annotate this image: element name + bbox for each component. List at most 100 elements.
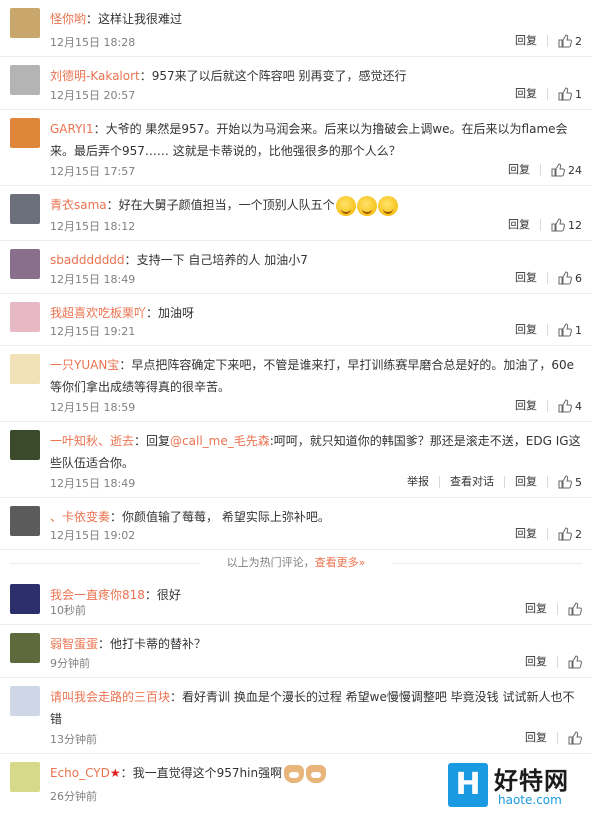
like-count: 1 (575, 87, 582, 101)
like-button[interactable]: 24 (541, 163, 582, 177)
emoji-icon (335, 195, 356, 216)
thumbs-up-icon (558, 271, 572, 285)
reply-button[interactable]: 回复 (505, 321, 547, 339)
comment-item: 、卡依变奏：你颜值输了莓莓， 希望实际上弥补吧。 12月15日 19:02 回复… (0, 498, 592, 550)
username[interactable]: 一只YUAN宝 (50, 358, 119, 372)
comment-time: 12月15日 18:28 (50, 36, 136, 49)
like-button[interactable]: 6 (548, 271, 582, 285)
like-button[interactable]: 5 (548, 475, 582, 489)
avatar[interactable] (10, 118, 40, 148)
username[interactable]: 青衣sama (50, 198, 107, 212)
avatar[interactable] (10, 633, 40, 663)
thumbs-up-icon (558, 475, 572, 489)
username[interactable]: 弱智蛋蛋 (50, 637, 98, 651)
like-count: 6 (575, 271, 582, 285)
like-button[interactable]: 1 (548, 323, 582, 337)
like-button[interactable]: 4 (548, 399, 582, 413)
avatar[interactable] (10, 194, 40, 224)
comment-time: 10秒前 (50, 604, 86, 617)
comment-time: 9分钟前 (50, 657, 90, 670)
comment-time: 12月15日 19:02 (50, 529, 136, 542)
emoji-icon (356, 195, 377, 216)
thumbs-up-icon (568, 731, 582, 745)
report-button[interactable]: 举报 (397, 473, 439, 491)
avatar[interactable] (10, 354, 40, 384)
comment-item: sbaddddddd：支持一下 自己培养的人 加油小7 12月15日 18:49… (0, 241, 592, 294)
avatar[interactable] (10, 302, 40, 332)
username[interactable]: 、卡依变奏 (50, 510, 110, 524)
see-more-link[interactable]: 查看更多» (315, 556, 366, 569)
reply-button[interactable]: 回复 (505, 269, 547, 287)
reply-prefix: 回复 (146, 434, 171, 448)
like-button[interactable] (558, 731, 582, 745)
thumbs-up-icon (558, 323, 572, 337)
comment-item: 一叶知秋、逝去：回复@call_me_毛先森:呵呵，就只知道你的韩国爹？那还是滚… (0, 422, 592, 498)
divider-text: 以上为热门评论， (226, 556, 315, 569)
comment-text: 我一直觉得这个957hin强啊 (132, 766, 283, 780)
comment-time: 12月15日 18:12 (50, 220, 136, 233)
reply-button[interactable]: 回复 (515, 729, 557, 747)
username[interactable]: GARYI1 (50, 122, 94, 136)
username[interactable]: Echo_CYD (50, 766, 110, 780)
like-count: 1 (575, 323, 582, 337)
comment-list: 怪你哟：这样让我很难过 12月15日 18:28 回复 2 刘德明-Kakalo… (0, 0, 592, 810)
reply-button[interactable]: 回复 (505, 397, 547, 415)
reply-button[interactable]: 回复 (515, 653, 557, 671)
emoji-icon (377, 195, 398, 216)
thumbs-up-icon (551, 218, 565, 232)
avatar[interactable] (10, 762, 40, 792)
site-watermark: H 好特网 haote.com (446, 761, 592, 813)
mention-link[interactable]: @call_me_毛先森 (170, 434, 270, 448)
comment-item: GARYI1：大爷的 果然是957。开始以为马润会来。后来以为撸破会上调we。在… (0, 110, 592, 186)
like-button[interactable] (558, 602, 582, 616)
comment-time: 12月15日 18:49 (50, 273, 136, 286)
comment-text: 大爷的 果然是957。开始以为马润会来。后来以为撸破会上调we。在后来以为fla… (50, 122, 568, 158)
like-button[interactable]: 12 (541, 218, 582, 232)
comment-item: 刘德明-Kakalort：957来了以后就这个阵容吧 别再变了，感觉还行 12月… (0, 57, 592, 110)
like-count: 24 (568, 163, 582, 177)
like-count: 2 (575, 34, 582, 48)
watermark-title: 好特网 (494, 767, 569, 795)
comment-text: 加油呀 (158, 306, 195, 320)
watermark-logo: H (448, 763, 488, 807)
username[interactable]: sbaddddddd (50, 253, 125, 267)
username[interactable]: 我超喜欢吃板栗吖 (50, 306, 146, 320)
avatar[interactable] (10, 584, 40, 614)
view-thread-button[interactable]: 查看对话 (440, 473, 504, 491)
username[interactable]: 请叫我会走路的三百块 (50, 690, 170, 704)
like-count: 12 (568, 218, 582, 232)
avatar[interactable] (10, 249, 40, 279)
thumbs-up-icon (568, 602, 582, 616)
reply-button[interactable]: 回复 (498, 216, 540, 234)
avatar[interactable] (10, 65, 40, 95)
like-button[interactable]: 1 (548, 87, 582, 101)
comment-item: 一只YUAN宝：早点把阵容确定下来吧，不管是谁来打，早打训练赛早磨合总是好的。加… (0, 346, 592, 422)
avatar[interactable] (10, 430, 40, 460)
avatar[interactable] (10, 506, 40, 536)
username[interactable]: 刘德明-Kakalort (50, 69, 140, 83)
like-button[interactable]: 2 (548, 34, 582, 48)
avatar[interactable] (10, 686, 40, 716)
comment-text: 957来了以后就这个阵容吧 别再变了，感觉还行 (151, 69, 407, 83)
reply-button[interactable]: 回复 (505, 473, 547, 491)
comment-time: 26分钟前 (50, 790, 97, 803)
reply-button[interactable]: 回复 (498, 161, 540, 179)
thumbs-up-icon (551, 163, 565, 177)
username[interactable]: 怪你哟 (50, 12, 86, 26)
reply-button[interactable]: 回复 (505, 525, 547, 543)
comment-item: 青衣sama：好在大舅子颜值担当，一个顶别人队五个 12月15日 18:12 回… (0, 186, 592, 241)
comment-item: 弱智蛋蛋：他打卡蒂的替补？ 9分钟前 回复 (0, 625, 592, 678)
like-button[interactable]: 2 (548, 527, 582, 541)
comment-time: 12月15日 20:57 (50, 89, 136, 102)
reply-button[interactable]: 回复 (505, 85, 547, 103)
avatar[interactable] (10, 8, 40, 38)
username[interactable]: 一叶知秋、逝去 (50, 434, 134, 448)
like-count: 4 (575, 399, 582, 413)
reply-button[interactable]: 回复 (505, 32, 547, 50)
comment-text: 支持一下 自己培养的人 加油小7 (136, 253, 308, 267)
like-button[interactable] (558, 655, 582, 669)
reply-button[interactable]: 回复 (515, 600, 557, 618)
comment-text: 好在大舅子颜值担当，一个顶别人队五个 (118, 198, 335, 212)
cat-emoji-icon (284, 764, 305, 783)
comment-time: 13分钟前 (50, 733, 97, 746)
